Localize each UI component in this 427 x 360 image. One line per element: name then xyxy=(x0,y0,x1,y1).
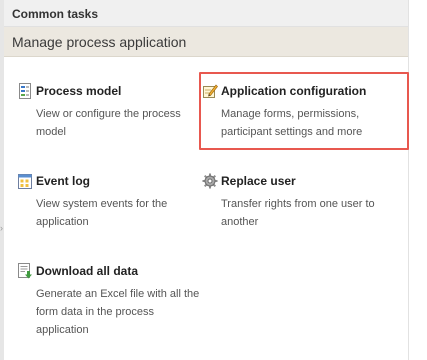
download-document-icon xyxy=(17,263,33,279)
task-replace-user[interactable]: Replace user Transfer rights from one us… xyxy=(202,173,402,233)
process-model-link[interactable]: Process model xyxy=(36,84,121,98)
replace-user-link[interactable]: Replace user xyxy=(221,174,296,188)
task-event-log[interactable]: Event log View system events for the app… xyxy=(17,173,192,233)
process-model-icon xyxy=(17,83,33,99)
process-model-description: View or configure the process model xyxy=(36,108,181,138)
section-header: Manage process application xyxy=(4,27,408,57)
event-log-description: View system events for the application xyxy=(36,198,168,228)
gear-icon xyxy=(202,173,218,189)
download-all-data-link[interactable]: Download all data xyxy=(36,264,138,278)
highlight-frame xyxy=(199,72,409,150)
download-all-data-description: Generate an Excel file with all the form… xyxy=(36,288,200,336)
event-log-link[interactable]: Event log xyxy=(36,174,90,188)
section-title: Manage process application xyxy=(12,34,187,50)
task-download-all-data[interactable]: Download all data Generate an Excel file… xyxy=(17,263,199,343)
event-log-icon xyxy=(17,173,33,189)
replace-user-description: Transfer rights from one user to another xyxy=(221,198,375,228)
right-gutter xyxy=(409,0,427,360)
panel-header: Common tasks xyxy=(4,0,408,27)
common-tasks-panel: Common tasks Manage process application … xyxy=(4,0,409,360)
panel-title: Common tasks xyxy=(12,7,99,21)
task-process-model[interactable]: Process model View or configure the proc… xyxy=(17,83,192,143)
